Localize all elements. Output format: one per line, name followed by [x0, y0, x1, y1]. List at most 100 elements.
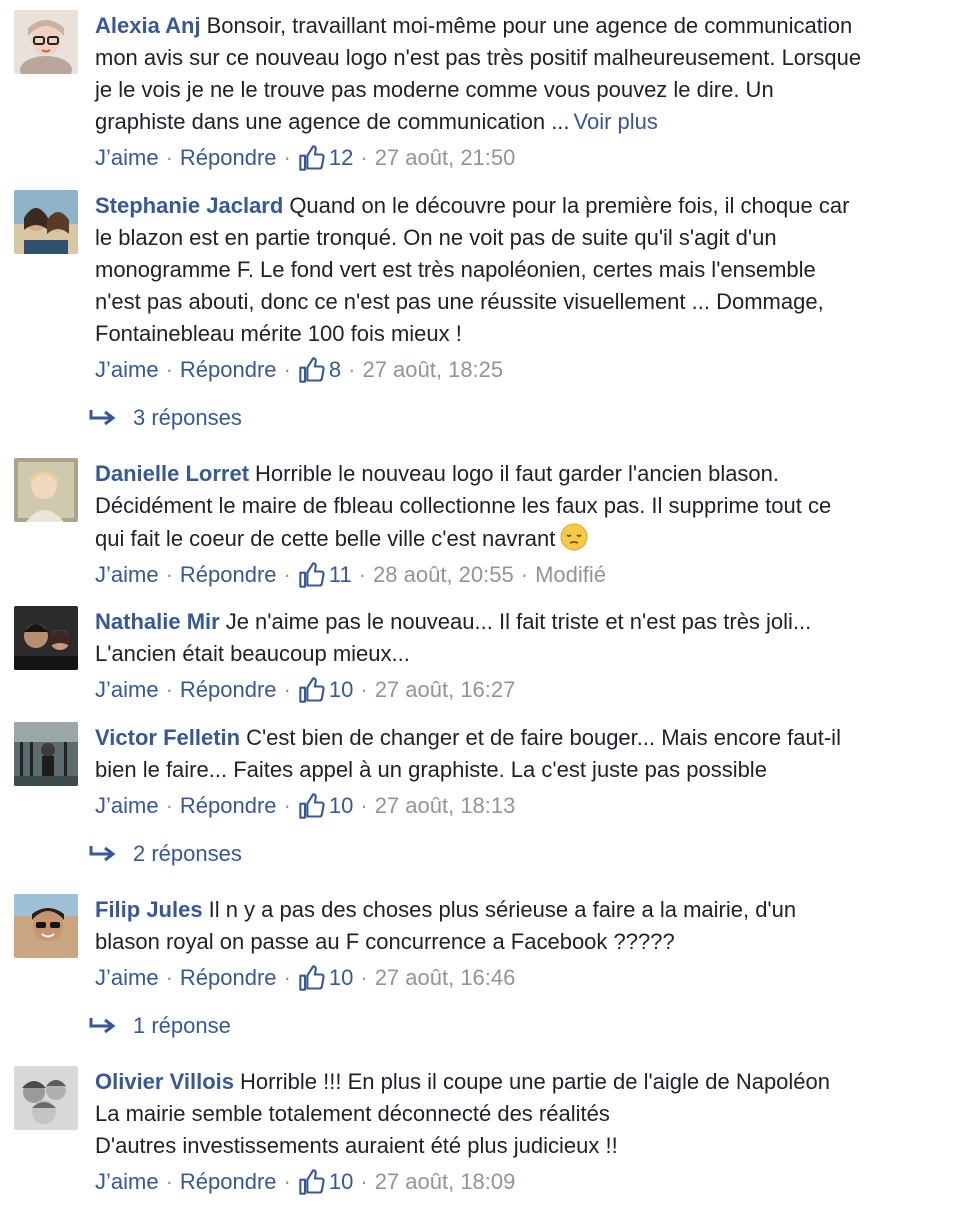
timestamp[interactable]: 27 août, 18:25 [362, 354, 503, 386]
pensive-face-icon [560, 523, 588, 551]
comment-text-block: Nathalie Mir Je n'aime pas le nouveau... … [95, 606, 960, 670]
thumbs-up-icon [299, 677, 325, 703]
avatar[interactable] [14, 190, 78, 254]
replies-count-label: 1 réponse [133, 1013, 231, 1038]
author-name[interactable]: Victor Felletin [95, 725, 240, 750]
comment-actions: J’aime · Répondre · 10 · 27 août, 18:13 [95, 790, 960, 822]
timestamp[interactable]: 28 août, 20:55 [373, 559, 514, 591]
separator: · [165, 677, 173, 702]
reply-button[interactable]: Répondre [180, 559, 277, 591]
avatar[interactable] [14, 894, 78, 958]
thumbs-up-icon [299, 562, 325, 588]
avatar[interactable] [14, 10, 78, 74]
like-count-value: 11 [328, 562, 352, 587]
comment-body: Alexia Anj Bonsoir, travaillant moi-même … [95, 10, 960, 174]
separator: · [283, 145, 291, 170]
comment-text-block: Stephanie Jaclard Quand on le découvre po… [95, 190, 960, 350]
author-name[interactable]: Danielle Lorret [95, 461, 249, 486]
like-count[interactable]: 12 [298, 142, 353, 174]
separator: · [165, 357, 173, 382]
reply-arrow-icon [89, 410, 116, 426]
separator: · [165, 145, 173, 170]
avatar[interactable] [14, 606, 78, 670]
separator: · [358, 562, 367, 587]
timestamp[interactable]: 27 août, 16:27 [375, 674, 516, 706]
like-button[interactable]: J’aime [95, 559, 159, 591]
like-count-value: 10 [328, 677, 354, 702]
reply-button[interactable]: Répondre [180, 674, 277, 706]
like-button[interactable]: J’aime [95, 674, 159, 706]
separator: · [283, 1169, 291, 1194]
separator: · [360, 965, 368, 990]
separator: · [360, 677, 368, 702]
like-count[interactable]: 10 [298, 1166, 353, 1198]
separator: · [283, 793, 291, 818]
author-name[interactable]: Olivier Villois [95, 1069, 234, 1094]
like-button[interactable]: J’aime [95, 790, 159, 822]
comment-actions: J’aime · Répondre · 10 · 27 août, 16:46 [95, 962, 960, 994]
like-button[interactable]: J’aime [95, 142, 159, 174]
separator: · [520, 562, 529, 587]
author-name[interactable]: Stephanie Jaclard [95, 193, 283, 218]
like-button[interactable]: J’aime [95, 962, 159, 994]
avatar[interactable] [14, 458, 78, 522]
see-more-link[interactable]: Voir plus [574, 109, 658, 134]
like-button[interactable]: J’aime [95, 1166, 159, 1198]
comment-text-block: Filip Jules Il n y a pas des choses plus … [95, 894, 960, 958]
reply-arrow-icon [89, 846, 116, 862]
avatar[interactable] [14, 722, 78, 786]
separator: · [165, 965, 173, 990]
thumbs-up-icon [299, 965, 325, 991]
author-name[interactable]: Nathalie Mir [95, 609, 220, 634]
comment-body: Danielle Lorret Horrible le nouveau logo … [95, 458, 960, 591]
like-count[interactable]: 10 [298, 962, 353, 994]
view-replies-link[interactable]: 1 réponse [81, 1010, 481, 1042]
timestamp[interactable]: 27 août, 18:09 [375, 1166, 516, 1198]
reply-button[interactable]: Répondre [180, 354, 277, 386]
reply-arrow-icon [89, 1018, 116, 1034]
comment-body: Victor Felletin C'est bien de changer et … [95, 722, 960, 822]
comment-text-block: Danielle Lorret Horrible le nouveau logo … [95, 458, 960, 555]
comment-body: Stephanie Jaclard Quand on le découvre po… [95, 190, 960, 386]
comment-actions: J’aime · Répondre · 12 · 27 août, 21:50 [95, 142, 960, 174]
like-count[interactable]: 10 [298, 790, 353, 822]
separator: · [360, 1169, 368, 1194]
like-count-value: 10 [328, 965, 354, 990]
separator: · [360, 793, 368, 818]
separator: · [283, 562, 291, 587]
comments-feed: Alexia Anj Bonsoir, travaillant moi-même … [0, 0, 974, 1208]
thumbs-up-icon [299, 1169, 325, 1195]
separator: · [348, 357, 356, 382]
like-count-value: 8 [328, 357, 342, 382]
like-count[interactable]: 10 [298, 674, 353, 706]
reply-button[interactable]: Répondre [180, 790, 277, 822]
reply-button[interactable]: Répondre [180, 962, 277, 994]
like-button[interactable]: J’aime [95, 354, 159, 386]
thumbs-up-icon [299, 793, 325, 819]
comment-actions: J’aime · Répondre · 8 · 27 août, 18:25 [95, 354, 960, 386]
timestamp[interactable]: 27 août, 21:50 [375, 142, 516, 174]
separator: · [165, 1169, 173, 1194]
avatar[interactable] [14, 1066, 78, 1130]
like-count[interactable]: 8 [298, 354, 341, 386]
like-count[interactable]: 11 [298, 559, 352, 591]
replies-count-label: 2 réponses [133, 841, 242, 866]
reply-button[interactable]: Répondre [180, 142, 277, 174]
author-name[interactable]: Filip Jules [95, 897, 203, 922]
timestamp[interactable]: 27 août, 18:13 [375, 790, 516, 822]
comment-actions: J’aime · Répondre · 10 · 27 août, 18:09 [95, 1166, 960, 1198]
separator: · [283, 965, 291, 990]
reply-button[interactable]: Répondre [180, 1166, 277, 1198]
timestamp[interactable]: 27 août, 16:46 [375, 962, 516, 994]
separator: · [165, 562, 173, 587]
view-replies-link[interactable]: 2 réponses [81, 838, 481, 870]
author-name[interactable]: Alexia Anj [95, 13, 201, 38]
view-replies-link[interactable]: 3 réponses [81, 402, 481, 434]
comment-text-block: Victor Felletin C'est bien de changer et … [95, 722, 960, 786]
comment-actions: J’aime · Répondre · 10 · 27 août, 16:27 [95, 674, 960, 706]
edited-label[interactable]: Modifié [535, 559, 606, 591]
comment-body: Olivier Villois Horrible !!! En plus il c… [95, 1066, 960, 1198]
like-count-value: 12 [328, 145, 354, 170]
comment-text-block: Alexia Anj Bonsoir, travaillant moi-même … [95, 10, 960, 138]
thumbs-up-icon [299, 357, 325, 383]
